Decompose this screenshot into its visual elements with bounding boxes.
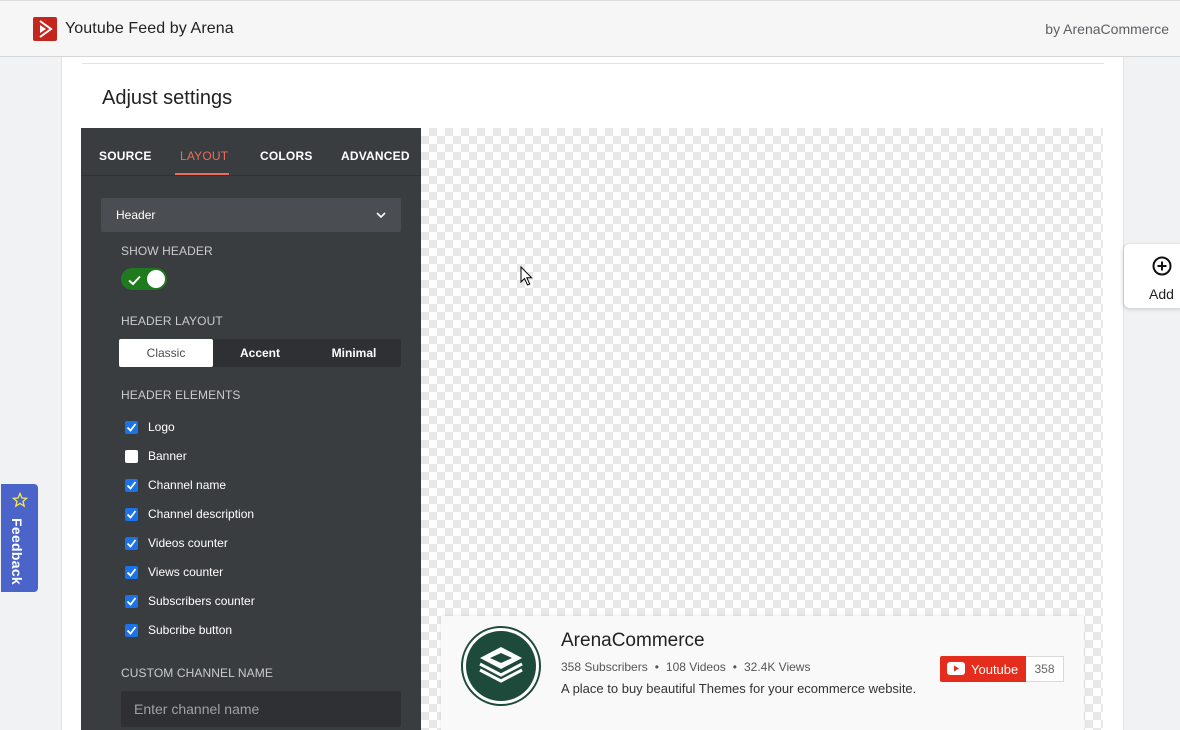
youtube-subscribe-button[interactable]: Youtube [940,656,1026,682]
checkbox[interactable] [125,566,138,579]
add-section-button[interactable]: Add [1124,244,1180,308]
checkbox-label: Channel description [148,507,255,521]
checkbox[interactable] [125,421,138,434]
preview-area: ArenaCommerce 358 Subscribers • 108 Videos… [421,128,1103,730]
show-header-label: SHOW HEADER [121,244,213,258]
custom-channel-name-label: CUSTOM CHANNEL NAME [121,666,273,680]
checkbox-label: Subcribe button [148,623,233,637]
header-elements-label: HEADER ELEMENTS [121,388,241,402]
stats-separator: • [732,660,737,674]
channel-logo-mark [466,631,536,701]
divider [82,63,1104,64]
settings-panel: SOURCE LAYOUT COLORS ADVANCED Header SHO… [81,128,421,730]
header-section-label: Header [116,208,156,222]
subscribe-count: 358 [1026,656,1064,682]
tab-advanced[interactable]: ADVANCED [341,149,410,163]
checkbox[interactable] [125,595,138,608]
channel-description: A place to buy beautiful Themes for your… [561,681,917,696]
tab-layout[interactable]: LAYOUT [180,149,228,163]
stats-separator: • [654,660,659,674]
header-section-dropdown[interactable]: Header [101,198,401,232]
checkbox[interactable] [125,508,138,521]
star-icon [11,491,29,513]
checkbox[interactable] [125,537,138,550]
app-logo-icon [33,17,57,41]
checkbox[interactable] [125,624,138,637]
channel-stats: 358 Subscribers • 108 Videos • 32.4K Views [561,660,810,674]
channel-header-preview: ArenaCommerce 358 Subscribers • 108 Videos… [441,616,1084,730]
subscribers-count: 358 Subscribers [561,660,648,674]
plus-circle-icon [1152,256,1172,281]
channel-logo[interactable] [461,626,541,706]
chevron-down-icon [375,208,387,226]
layout-option-minimal[interactable]: Minimal [307,339,401,367]
add-label: Add [1149,286,1174,302]
settings-tabs: SOURCE LAYOUT COLORS ADVANCED [81,128,421,176]
checkbox[interactable] [125,450,138,463]
layout-option-accent[interactable]: Accent [213,339,307,367]
app-author-link[interactable]: by ArenaCommerce [1045,21,1169,37]
checkbox-label: Videos counter [148,536,228,550]
active-tab-indicator [175,173,229,175]
checkbox-label: Views counter [148,565,224,579]
app-title: Youtube Feed by Arena [65,20,234,37]
check-icon [128,273,141,291]
videos-count: 108 Videos [665,660,726,674]
checkbox-label: Logo [148,420,175,434]
tab-colors[interactable]: COLORS [260,149,313,163]
youtube-play-icon [947,662,965,678]
layout-option-classic[interactable]: Classic [119,339,213,367]
checkbox[interactable] [125,479,138,492]
header-layout-selector: Classic Accent Minimal [119,339,401,367]
feedback-tab[interactable]: Feedback [1,484,38,592]
tab-source[interactable]: SOURCE [99,149,152,163]
checkbox-label: Subscribers counter [148,594,255,608]
show-header-toggle[interactable] [121,268,167,290]
app-header: Youtube Feed by Arena by ArenaCommerce [0,0,1180,57]
checkbox-label: Channel name [148,478,227,492]
checkbox-label: Banner [148,449,187,463]
channel-name[interactable]: ArenaCommerce [561,630,705,652]
header-layout-label: HEADER LAYOUT [121,314,223,328]
mouse-pointer-icon [520,265,534,292]
page-title: Adjust settings [102,87,233,109]
toggle-knob [147,270,165,288]
feedback-label: Feedback [9,518,25,585]
custom-channel-name-input[interactable] [121,691,401,727]
views-count: 32.4K Views [743,660,811,674]
subscribe-label: Youtube [971,662,1019,677]
